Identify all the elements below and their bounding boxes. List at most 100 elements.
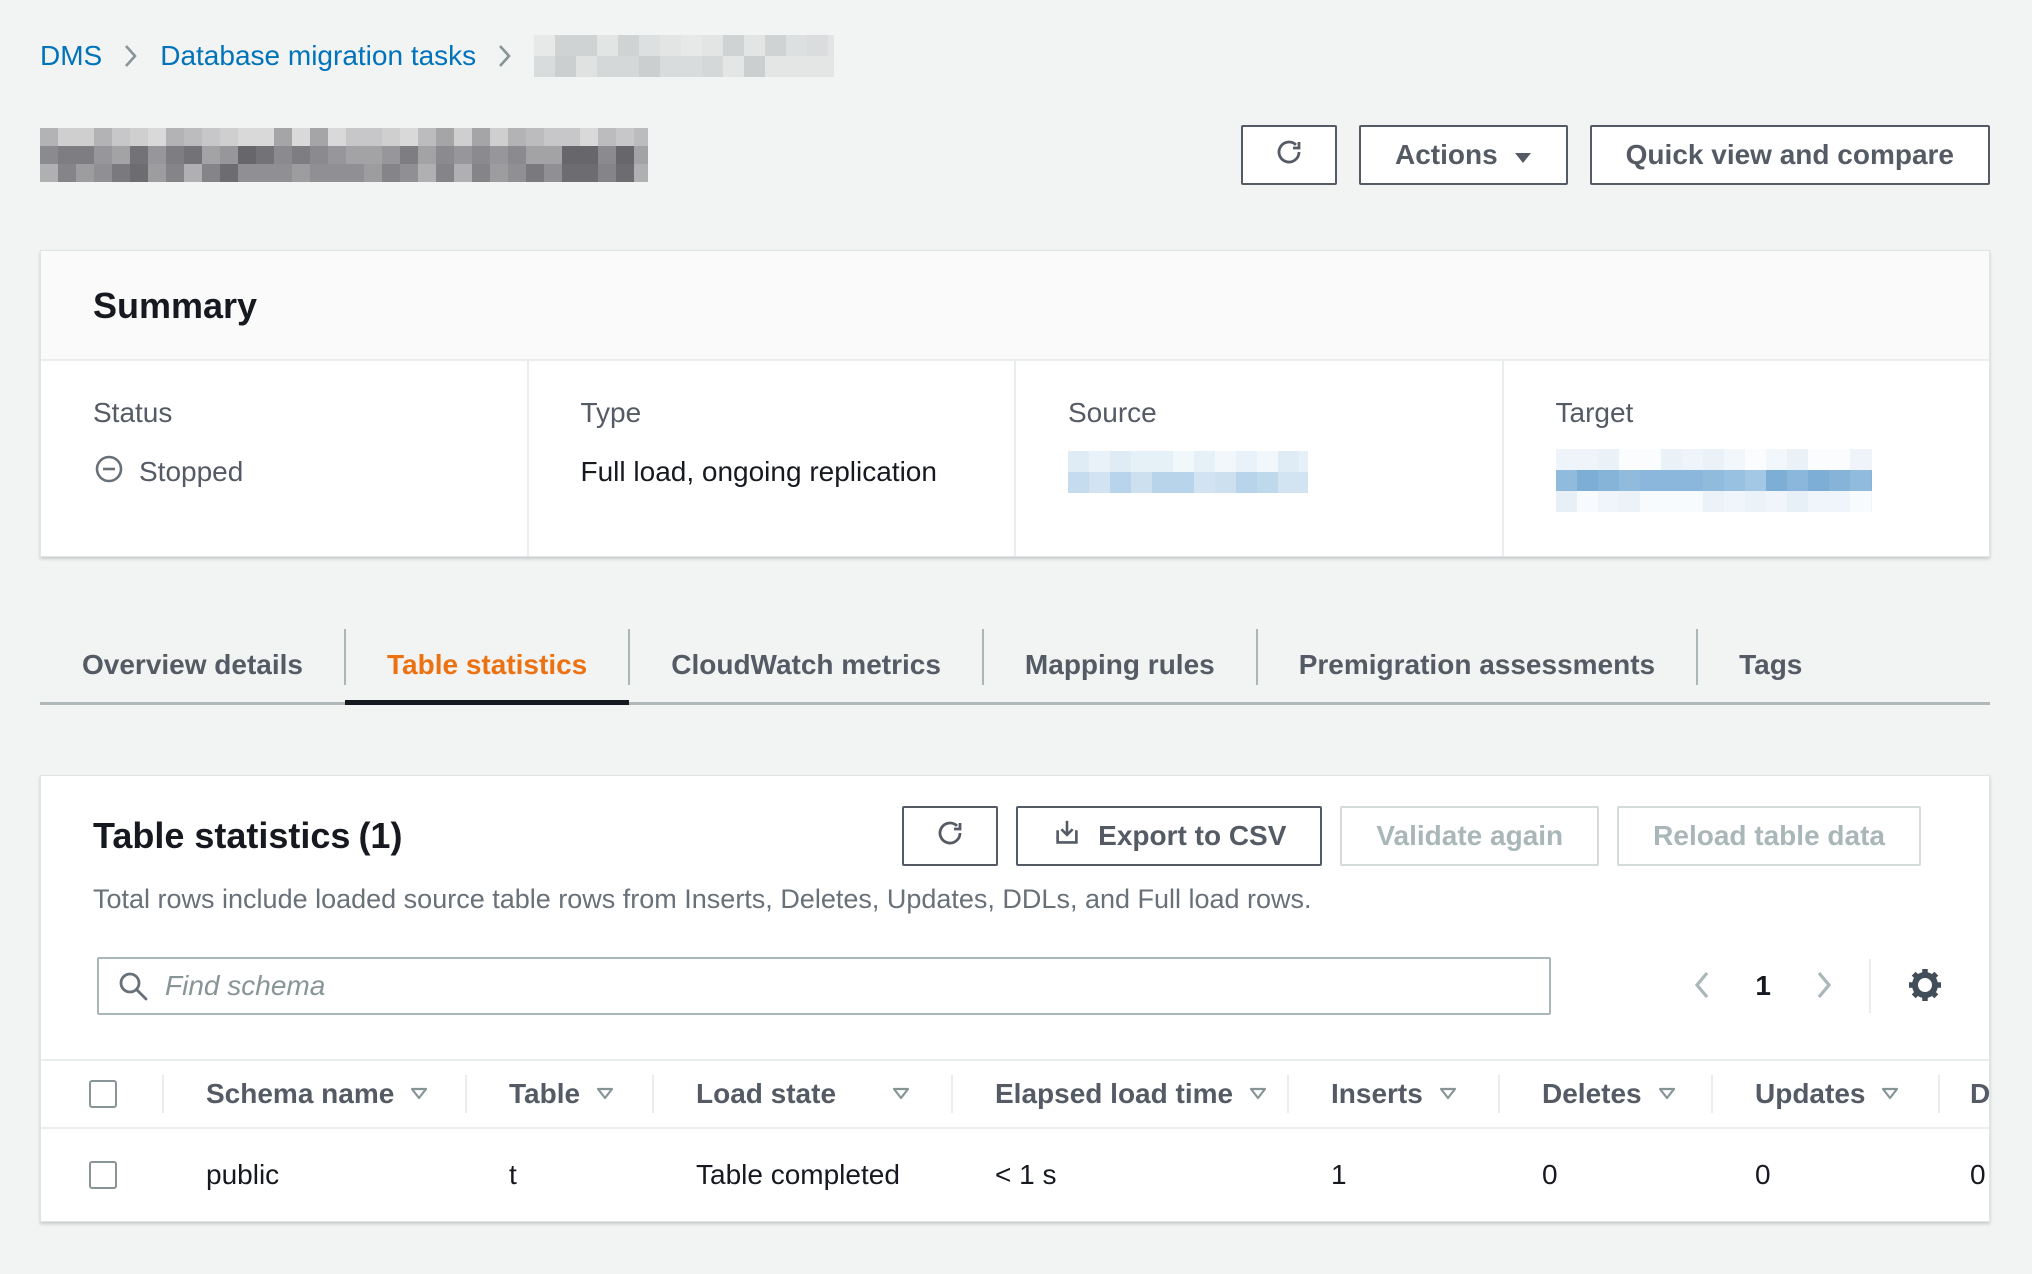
download-icon (1052, 818, 1082, 855)
status-stopped-icon (93, 453, 125, 492)
table-statistics-header: Table statistics(1) Export to CSV Valida… (41, 806, 1989, 866)
cell-clipped: 0 (1940, 1159, 1990, 1191)
column-header-elapsed-load-time[interactable]: Elapsed load time (953, 1061, 1289, 1127)
search-icon (117, 970, 149, 1007)
quick-view-label: Quick view and compare (1626, 139, 1954, 171)
previous-page-button[interactable] (1693, 971, 1711, 1002)
sort-icon[interactable] (410, 1087, 428, 1101)
cell-table: t (467, 1159, 654, 1191)
status-value: Stopped (139, 456, 243, 488)
sort-icon[interactable] (1439, 1087, 1457, 1101)
next-page-button[interactable] (1815, 971, 1833, 1002)
column-header-updates[interactable]: Updates (1713, 1061, 1940, 1127)
actions-button[interactable]: Actions (1359, 125, 1568, 185)
quick-view-compare-button[interactable]: Quick view and compare (1590, 125, 1990, 185)
summary-title: Summary (93, 285, 1989, 327)
type-value: Full load, ongoing replication (581, 449, 1015, 495)
dms-task-page: DMS Database migration tasks Actions (0, 0, 2032, 1222)
statistics-table: Schema name Table Load state Elapsed loa… (41, 1059, 1989, 1221)
pagination: 1 (1693, 959, 1943, 1013)
schema-search (97, 957, 1551, 1015)
table-header-row: Schema name Table Load state Elapsed loa… (41, 1059, 1989, 1129)
cell-updates: 0 (1713, 1159, 1940, 1191)
breadcrumb: DMS Database migration tasks (40, 34, 1990, 78)
source-label: Source (1068, 397, 1502, 429)
export-to-csv-label: Export to CSV (1098, 820, 1286, 852)
table-statistics-panel: Table statistics(1) Export to CSV Valida… (40, 775, 1990, 1222)
task-tabs: Overview details Table statistics CloudW… (40, 627, 1990, 705)
cell-schema-name: public (164, 1159, 467, 1191)
reload-table-data-button[interactable]: Reload table data (1617, 806, 1921, 866)
tab-premigration-assessments[interactable]: Premigration assessments (1257, 627, 1697, 702)
summary-header: Summary (41, 251, 1989, 361)
row-checkbox[interactable] (89, 1161, 117, 1189)
table-statistics-count: (1) (358, 815, 402, 856)
cell-inserts: 1 (1289, 1159, 1500, 1191)
validate-again-label: Validate again (1376, 820, 1563, 852)
sort-icon[interactable] (892, 1087, 910, 1101)
breadcrumb-link-dms[interactable]: DMS (40, 40, 102, 72)
select-all-checkbox[interactable] (89, 1080, 117, 1108)
pagination-divider (1869, 959, 1871, 1013)
table-controls: 1 (97, 957, 1943, 1015)
cell-elapsed-load-time: < 1 s (953, 1159, 1289, 1191)
refresh-icon (1274, 137, 1304, 174)
gear-icon (1907, 967, 1943, 1006)
table-settings-button[interactable] (1907, 967, 1943, 1006)
type-label: Type (581, 397, 1015, 429)
page-header: Actions Quick view and compare (40, 124, 1990, 186)
tab-overview-details[interactable]: Overview details (40, 627, 345, 702)
chevron-left-icon (1693, 971, 1711, 1002)
table-statistics-buttons: Export to CSV Validate again Reload tabl… (902, 806, 1921, 866)
summary-source: Source (1014, 361, 1502, 556)
sort-icon[interactable] (1658, 1087, 1676, 1101)
breadcrumb-current-redacted (534, 35, 834, 77)
chevron-right-icon (1815, 971, 1833, 1002)
tab-table-statistics[interactable]: Table statistics (345, 627, 629, 702)
status-label: Status (93, 397, 527, 429)
tab-tags[interactable]: Tags (1697, 627, 1844, 702)
sort-icon[interactable] (1249, 1087, 1267, 1101)
column-header-clipped[interactable]: D (1940, 1061, 1990, 1127)
summary-type: Type Full load, ongoing replication (527, 361, 1015, 556)
column-header-deletes[interactable]: Deletes (1500, 1061, 1713, 1127)
page-title-redacted (40, 128, 648, 182)
row-checkbox-cell (41, 1161, 164, 1189)
tab-mapping-rules[interactable]: Mapping rules (983, 627, 1257, 702)
validate-again-button[interactable]: Validate again (1340, 806, 1599, 866)
target-label: Target (1556, 397, 1990, 429)
breadcrumb-chevron-icon (498, 44, 512, 68)
column-header-load-state[interactable]: Load state (654, 1061, 953, 1127)
caret-down-icon (1514, 139, 1532, 171)
column-header-schema-name[interactable]: Schema name (164, 1061, 467, 1127)
target-endpoint-redacted-link[interactable] (1556, 449, 1872, 512)
cell-load-state: Table completed (654, 1159, 953, 1191)
header-checkbox-cell (41, 1061, 164, 1127)
header-buttons: Actions Quick view and compare (1241, 125, 1990, 185)
table-statistics-description: Total rows include loaded source table r… (93, 884, 1937, 915)
summary-status: Status Stopped (41, 361, 527, 556)
table-row: public t Table completed < 1 s 1 0 0 0 (41, 1129, 1989, 1221)
actions-button-label: Actions (1395, 139, 1498, 171)
sort-icon[interactable] (1881, 1087, 1899, 1101)
reload-table-data-label: Reload table data (1653, 820, 1885, 852)
refresh-button[interactable] (1241, 125, 1337, 185)
column-header-table[interactable]: Table (467, 1061, 654, 1127)
current-page-number: 1 (1755, 970, 1771, 1002)
sort-icon[interactable] (596, 1087, 614, 1101)
cell-deletes: 0 (1500, 1159, 1713, 1191)
breadcrumb-link-tasks[interactable]: Database migration tasks (160, 40, 476, 72)
source-endpoint-redacted-link[interactable] (1068, 451, 1308, 493)
table-statistics-title-text: Table statistics (93, 815, 350, 856)
refresh-icon (935, 818, 965, 855)
column-header-inserts[interactable]: Inserts (1289, 1061, 1500, 1127)
summary-target: Target (1502, 361, 1990, 556)
tab-cloudwatch-metrics[interactable]: CloudWatch metrics (629, 627, 983, 702)
table-refresh-button[interactable] (902, 806, 998, 866)
export-to-csv-button[interactable]: Export to CSV (1016, 806, 1322, 866)
summary-panel: Summary Status Stopped Type Full load, o… (40, 250, 1990, 557)
breadcrumb-chevron-icon (124, 44, 138, 68)
table-statistics-title: Table statistics(1) (93, 815, 402, 857)
find-schema-input[interactable] (97, 957, 1551, 1015)
summary-body: Status Stopped Type Full load, ongoing r… (41, 361, 1989, 556)
